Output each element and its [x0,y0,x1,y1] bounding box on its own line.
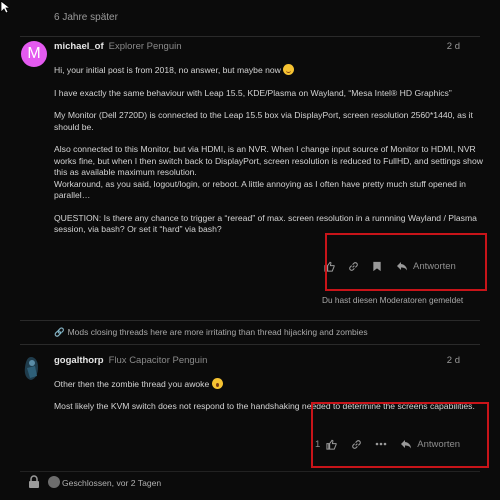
post-body: Hi, your initial post is from 2018, no a… [54,64,484,247]
divider [20,320,480,321]
divider [20,471,480,472]
divider [20,344,480,345]
post-paragraph: I have exactly the same behaviour with L… [54,87,452,98]
user-title: Flux Capacitor Penguin [108,355,208,366]
link-icon: 🔗 [54,327,65,337]
post-author: michael_of Explorer Penguin [54,41,182,52]
avatar[interactable] [48,476,60,488]
post-date[interactable]: 2 d [447,41,460,52]
highlight-box [325,233,487,291]
mouse-cursor-icon [0,0,10,14]
post-paragraph: My Monitor (Dell 2720D) is connected to … [54,110,473,132]
post-paragraph: Workaround, as you said, logout/login, o… [54,178,466,201]
avatar[interactable]: M [21,41,47,67]
avatar-letter: M [27,45,41,62]
surprised-emoji-icon [211,378,223,389]
linked-topic-title: Mods closing threads here are more irrit… [67,327,368,337]
post-date[interactable]: 2 d [447,355,460,366]
divider [20,36,480,37]
avatar[interactable] [21,354,45,382]
post-paragraph: Other then the zombie thread you awoke [54,379,210,389]
smile-emoji-icon [283,64,295,75]
time-gap-label: 6 Jahre später [54,12,118,23]
linked-topic[interactable]: 🔗 Mods closing threads here are more irri… [54,327,368,338]
post-paragraph: Also connected to this Monitor, but via … [54,144,483,177]
closed-status: Geschlossen, vor 2 Tagen [62,478,162,488]
highlight-box [311,402,489,468]
post-paragraph: Hi, your initial post is from 2018, no a… [54,65,281,75]
post-author: gogalthorp Flux Capacitor Penguin [54,355,207,366]
username[interactable]: gogalthorp [54,355,104,366]
username[interactable]: michael_of [54,41,104,52]
lock-icon [29,475,39,488]
flag-notice: Du hast diesen Moderatoren gemeldet [322,295,464,305]
user-title: Explorer Penguin [108,41,182,52]
